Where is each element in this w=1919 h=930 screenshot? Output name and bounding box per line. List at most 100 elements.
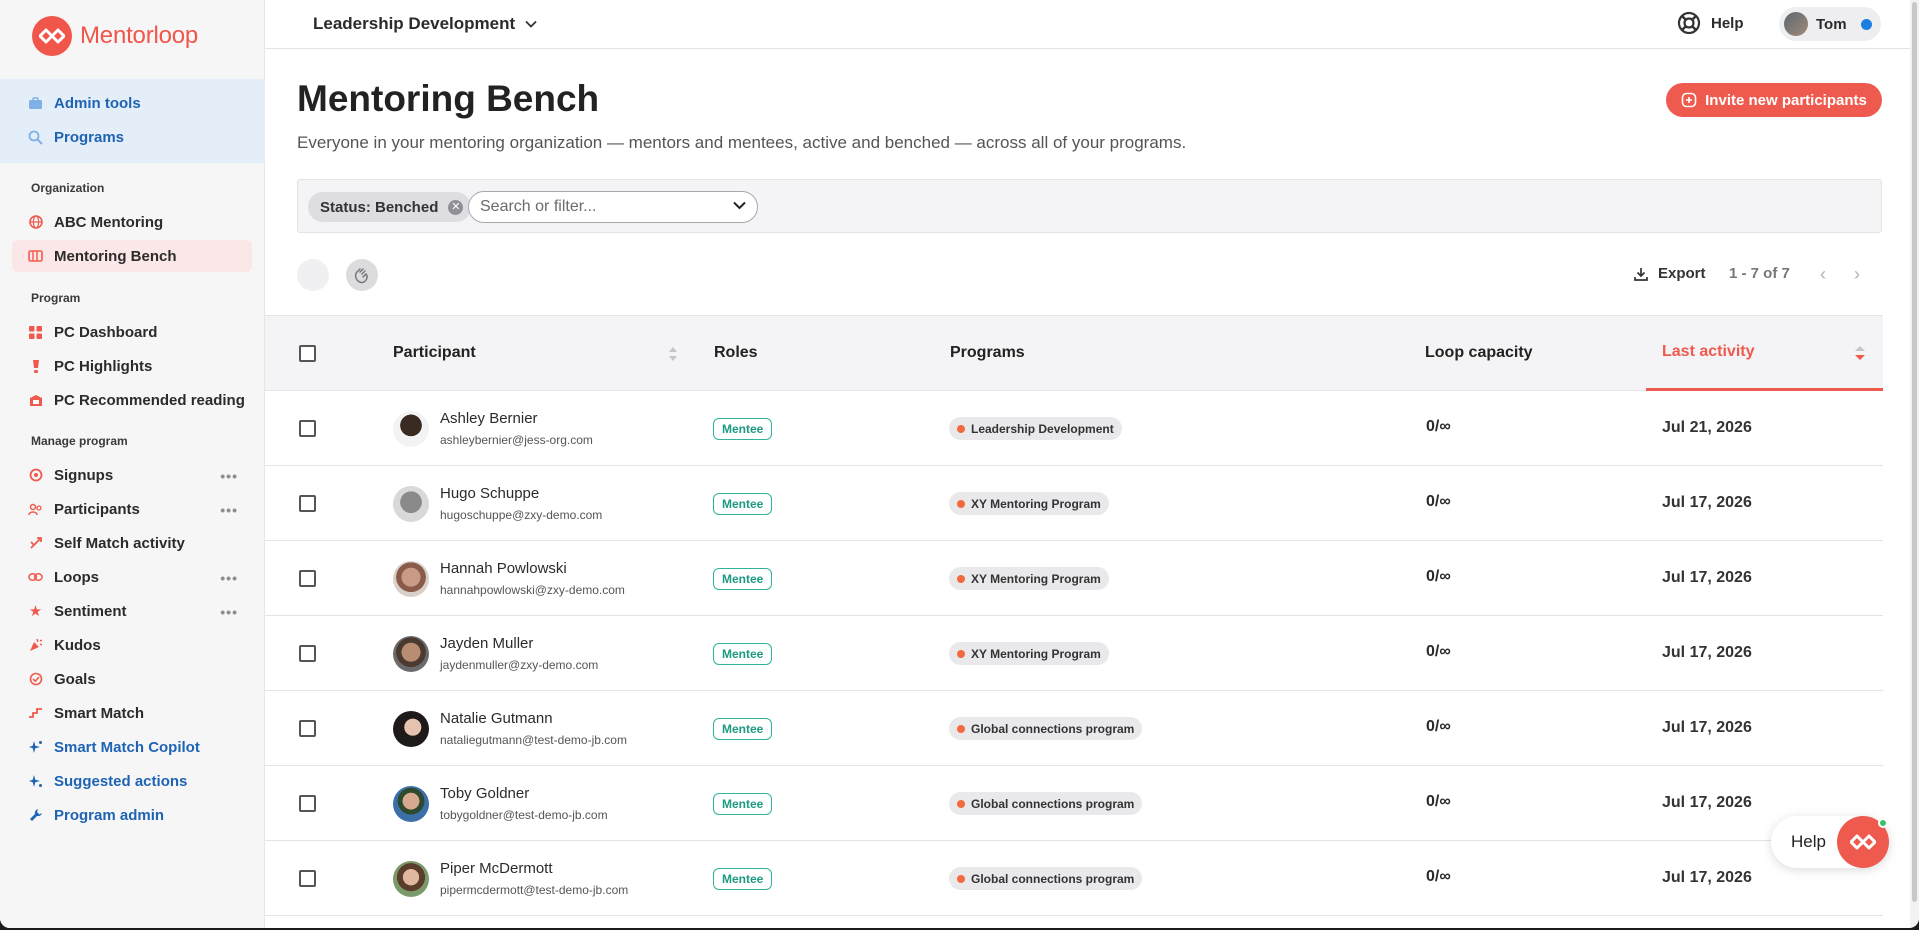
prev-page-icon[interactable]: ‹ bbox=[1820, 264, 1826, 285]
sidebar-item-pc-recommended-reading[interactable]: PC Recommended reading bbox=[12, 384, 252, 416]
sidebar-item-goals[interactable]: Goals bbox=[12, 663, 252, 695]
participant-name[interactable]: Ashley Bernier bbox=[440, 410, 538, 427]
bulk-action-button[interactable] bbox=[297, 259, 329, 291]
sidebar-item-loops[interactable]: Loops ••• bbox=[12, 561, 252, 593]
more-options-icon[interactable]: ••• bbox=[220, 604, 238, 620]
search-filter-dropdown[interactable] bbox=[468, 191, 758, 223]
remove-filter-icon[interactable]: ✕ bbox=[448, 199, 464, 215]
program-dot-icon bbox=[957, 799, 965, 808]
sidebar-item-label: Suggested actions bbox=[54, 772, 188, 790]
search-input[interactable] bbox=[480, 198, 710, 216]
filter-chip-status[interactable]: Status: Benched ✕ bbox=[308, 192, 472, 222]
lifebuoy-icon bbox=[1677, 11, 1701, 35]
table-row[interactable]: Ashley Bernier ashleybernier@jess-org.co… bbox=[265, 391, 1883, 466]
program-tag-label: Global connections program bbox=[971, 871, 1135, 886]
sidebar-item-programs[interactable]: Programs bbox=[12, 121, 252, 153]
sidebar-item-label: Sentiment bbox=[54, 602, 127, 620]
bulk-wave-button[interactable] bbox=[346, 259, 378, 291]
row-checkbox[interactable] bbox=[299, 795, 316, 812]
participant-name[interactable]: Hugo Schuppe bbox=[440, 485, 539, 502]
sidebar-item-program-admin[interactable]: Program admin bbox=[12, 799, 252, 831]
column-header-loop-capacity[interactable]: Loop capacity bbox=[1425, 344, 1533, 362]
role-badge: Mentee bbox=[713, 493, 773, 515]
row-checkbox[interactable] bbox=[299, 495, 316, 512]
row-checkbox[interactable] bbox=[299, 570, 316, 587]
avatar bbox=[393, 486, 429, 522]
star-icon: ★ bbox=[28, 603, 43, 620]
row-checkbox[interactable] bbox=[299, 870, 316, 887]
floating-help-button[interactable]: Help bbox=[1771, 816, 1889, 868]
export-label: Export bbox=[1658, 265, 1706, 282]
sidebar-item-kudos[interactable]: Kudos bbox=[12, 629, 252, 661]
table-row[interactable]: Jayden Muller jaydenmuller@zxy-demo.com … bbox=[265, 616, 1883, 691]
participant-name[interactable]: Hannah Powlowski bbox=[440, 560, 567, 577]
sidebar-item-sentiment[interactable]: ★ Sentiment ••• bbox=[12, 595, 252, 627]
table-row[interactable]: Piper McDermott pipermcdermott@test-demo… bbox=[265, 841, 1883, 916]
sidebar-item-smart-match-copilot[interactable]: Smart Match Copilot bbox=[12, 731, 252, 763]
program-tag-label: XY Mentoring Program bbox=[971, 496, 1101, 511]
sidebar-item-abc-mentoring[interactable]: ABC Mentoring bbox=[12, 206, 252, 238]
sparkle-icon bbox=[28, 740, 43, 755]
program-tag-label: Global connections program bbox=[971, 721, 1135, 736]
more-options-icon[interactable]: ••• bbox=[220, 502, 238, 518]
export-button[interactable]: Export bbox=[1634, 265, 1706, 282]
vertical-scrollbar[interactable] bbox=[1910, 0, 1919, 928]
program-dot-icon bbox=[957, 424, 965, 433]
mentorloop-logo[interactable]: Mentorloop bbox=[32, 16, 198, 56]
sidebar-item-admin-tools[interactable]: Admin tools bbox=[12, 87, 252, 119]
dashboard-icon bbox=[28, 325, 43, 340]
online-status-icon bbox=[1878, 818, 1888, 828]
table-row[interactable]: Hugo Schuppe hugoschuppe@zxy-demo.com Me… bbox=[265, 466, 1883, 541]
page-title: Mentoring Bench bbox=[297, 78, 600, 119]
scrollbar-thumb[interactable] bbox=[1912, 2, 1917, 902]
sidebar-item-participants[interactable]: Participants ••• bbox=[12, 493, 252, 525]
sidebar-item-pc-dashboard[interactable]: PC Dashboard bbox=[12, 316, 252, 348]
table-row[interactable]: Toby Goldner tobygoldner@test-demo-jb.co… bbox=[265, 766, 1883, 841]
more-options-icon[interactable]: ••• bbox=[220, 570, 238, 586]
program-tag-label: XY Mentoring Program bbox=[971, 646, 1101, 661]
programs-search-icon bbox=[28, 130, 43, 145]
next-page-icon[interactable]: › bbox=[1854, 264, 1860, 285]
sort-icon[interactable] bbox=[668, 345, 678, 363]
participant-email: ashleybernier@jess-org.com bbox=[440, 433, 593, 447]
invite-label: Invite new participants bbox=[1705, 91, 1867, 109]
select-all-checkbox[interactable] bbox=[299, 345, 316, 362]
sort-descending-icon[interactable] bbox=[1854, 343, 1866, 363]
sidebar-item-label: Participants bbox=[54, 500, 140, 518]
sidebar-item-suggested-actions[interactable]: Suggested actions bbox=[12, 765, 252, 797]
sidebar-item-smart-match[interactable]: Smart Match bbox=[12, 697, 252, 729]
participant-name[interactable]: Jayden Muller bbox=[440, 635, 533, 652]
sidebar-item-label: Programs bbox=[54, 128, 125, 146]
sidebar-item-pc-highlights[interactable]: PC Highlights bbox=[12, 350, 252, 382]
role-badge: Mentee bbox=[713, 793, 773, 815]
program-selector[interactable]: Leadership Development bbox=[313, 14, 537, 34]
column-header-last-activity[interactable]: Last activity bbox=[1662, 343, 1754, 361]
sidebar-item-self-match-activity[interactable]: Self Match activity bbox=[12, 527, 252, 559]
smart-match-icon bbox=[28, 706, 43, 721]
row-checkbox[interactable] bbox=[299, 420, 316, 437]
self-match-icon bbox=[28, 536, 43, 551]
participant-name[interactable]: Piper McDermott bbox=[440, 860, 553, 877]
column-header-programs[interactable]: Programs bbox=[950, 344, 1025, 362]
column-header-participant[interactable]: Participant bbox=[393, 344, 476, 362]
role-badge: Mentee bbox=[713, 643, 773, 665]
column-header-roles[interactable]: Roles bbox=[714, 344, 758, 362]
program-tag-label: Leadership Development bbox=[971, 421, 1114, 436]
sidebar-item-signups[interactable]: Signups ••• bbox=[12, 459, 252, 491]
sidebar-item-mentoring-bench[interactable]: Mentoring Bench bbox=[12, 240, 252, 272]
row-checkbox[interactable] bbox=[299, 645, 316, 662]
user-menu[interactable]: Tom bbox=[1779, 7, 1881, 41]
more-options-icon[interactable]: ••• bbox=[220, 468, 238, 484]
loop-capacity: 0/∞ bbox=[1426, 643, 1451, 660]
participant-name[interactable]: Toby Goldner bbox=[440, 785, 529, 802]
loops-icon bbox=[28, 570, 43, 585]
participant-name[interactable]: Natalie Gutmann bbox=[440, 710, 553, 727]
last-activity: Jul 17, 2026 bbox=[1662, 719, 1752, 736]
row-checkbox[interactable] bbox=[299, 720, 316, 737]
logo-text: Mentorloop bbox=[80, 22, 199, 49]
invite-participants-button[interactable]: Invite new participants bbox=[1666, 83, 1882, 117]
table-row[interactable]: Hannah Powlowski hannahpowlowski@zxy-dem… bbox=[265, 541, 1883, 616]
participant-email: hannahpowlowski@zxy-demo.com bbox=[440, 583, 625, 597]
table-row[interactable]: Natalie Gutmann nataliegutmann@test-demo… bbox=[265, 691, 1883, 766]
help-button[interactable]: Help bbox=[1677, 11, 1744, 35]
